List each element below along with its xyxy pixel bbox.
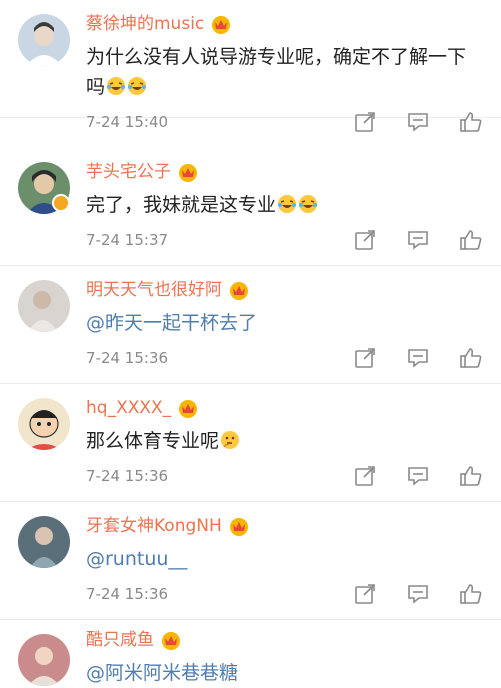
like-icon <box>460 230 482 250</box>
reply-button[interactable] <box>405 463 431 489</box>
comment-item: 明天天气也很好阿 @昨天一起干杯去了 7-24 15:36 <box>0 266 501 384</box>
like-button[interactable] <box>458 345 484 371</box>
avatar-cartoon-icon <box>18 398 70 450</box>
comment-text: 那么体育专业呢 <box>86 426 481 456</box>
laughing-crying-emoji <box>298 193 318 213</box>
comment-body: 那么体育专业呢 <box>86 430 220 452</box>
vip-crown-icon <box>228 516 250 536</box>
repost-icon <box>355 584 375 604</box>
like-icon <box>460 112 482 132</box>
username[interactable]: 酷只咸鱼 <box>86 629 154 651</box>
reply-button[interactable] <box>405 109 431 135</box>
like-button[interactable] <box>458 581 484 607</box>
repost-icon <box>355 230 375 250</box>
comment-icon <box>408 349 428 368</box>
laughing-crying-emoji <box>127 75 147 95</box>
comment-item: 蔡徐坤的music 为什么没有人说导游专业呢，确定不了解一下吗 7-24 15:… <box>0 0 501 132</box>
comment-text: 完了，我妹就是这专业 <box>86 190 481 220</box>
avatar-portrait-icon <box>18 516 70 568</box>
comment-time: 7-24 15:36 <box>86 585 169 603</box>
avatar[interactable] <box>18 398 70 450</box>
repost-icon <box>355 348 375 368</box>
reply-button[interactable] <box>405 581 431 607</box>
comment-time: 7-24 15:40 <box>86 113 169 131</box>
like-icon <box>460 584 482 604</box>
repost-icon <box>355 112 375 132</box>
username[interactable]: 牙套女神KongNH <box>86 515 222 537</box>
like-button[interactable] <box>458 463 484 489</box>
vip-crown-icon <box>228 280 250 300</box>
comment-item: 酷只咸鱼 @阿米阿米巷巷糖 <box>0 620 501 686</box>
avatar-portrait-icon <box>18 280 70 332</box>
avatar-portrait-icon <box>18 634 70 686</box>
avatar[interactable] <box>18 14 70 66</box>
username[interactable]: 蔡徐坤的music <box>86 13 204 35</box>
comment-mention[interactable]: @runtuu__ <box>86 544 481 574</box>
comment-time: 7-24 15:36 <box>86 349 169 367</box>
laughing-crying-emoji <box>277 193 297 213</box>
comment-time: 7-24 15:36 <box>86 467 169 485</box>
comment-mention[interactable]: @昨天一起干杯去了 <box>86 308 481 338</box>
laughing-crying-emoji <box>106 75 126 95</box>
like-icon <box>460 466 482 486</box>
comment-icon <box>408 467 428 486</box>
repost-button[interactable] <box>352 463 378 489</box>
avatar[interactable] <box>18 516 70 568</box>
comment-item: 牙套女神KongNH @runtuu__ 7-24 15:36 <box>0 502 501 620</box>
comment-text: 为什么没有人说导游专业呢，确定不了解一下吗 <box>86 42 481 102</box>
avatar-portrait-icon <box>18 14 70 66</box>
avatar[interactable] <box>18 280 70 332</box>
like-button[interactable] <box>458 227 484 253</box>
repost-button[interactable] <box>352 227 378 253</box>
username[interactable]: hq_XXXX_ <box>86 397 171 419</box>
repost-icon <box>355 466 375 486</box>
repost-button[interactable] <box>352 345 378 371</box>
avatar[interactable] <box>18 634 70 686</box>
verified-badge-icon <box>52 194 70 212</box>
vip-crown-icon <box>177 398 199 418</box>
vip-crown-icon <box>210 14 232 34</box>
vip-crown-icon <box>160 630 182 650</box>
like-button[interactable] <box>458 109 484 135</box>
repost-button[interactable] <box>352 109 378 135</box>
comment-icon <box>408 113 428 132</box>
comment-icon <box>408 585 428 604</box>
reply-button[interactable] <box>405 345 431 371</box>
thinking-emoji <box>220 429 240 449</box>
reply-button[interactable] <box>405 227 431 253</box>
comment-icon <box>408 231 428 250</box>
repost-button[interactable] <box>352 581 378 607</box>
like-icon <box>460 348 482 368</box>
comment-item: 芋头宅公子 完了，我妹就是这专业 7-24 15:37 <box>0 148 501 266</box>
vip-crown-icon <box>177 162 199 182</box>
comment-body: 完了，我妹就是这专业 <box>86 194 277 216</box>
comment-mention[interactable]: @阿米阿米巷巷糖 <box>86 658 481 688</box>
username[interactable]: 明天天气也很好阿 <box>86 279 222 301</box>
comment-item: hq_XXXX_ 那么体育专业呢 7-24 15:36 <box>0 384 501 502</box>
username[interactable]: 芋头宅公子 <box>86 161 171 183</box>
comment-time: 7-24 15:37 <box>86 231 169 249</box>
